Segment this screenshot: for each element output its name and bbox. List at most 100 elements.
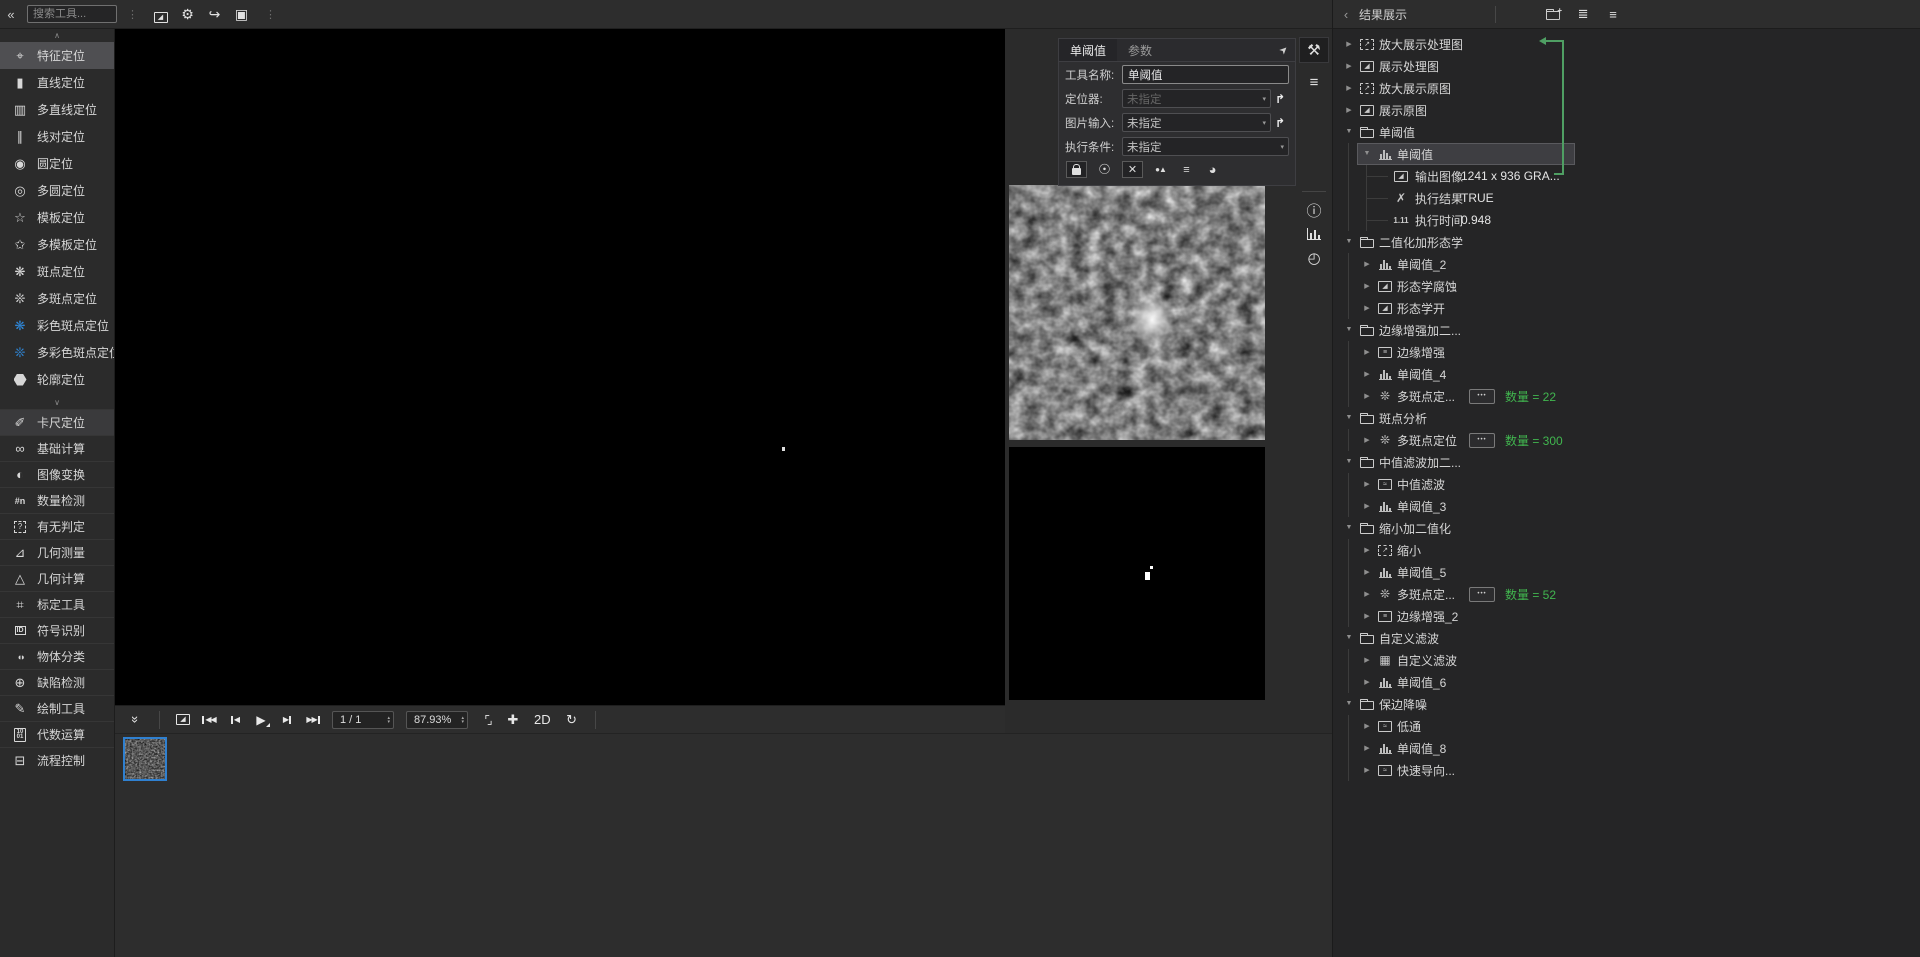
sidebar-item-blob[interactable]: ❋斑点定位 bbox=[0, 258, 114, 285]
tree-row[interactable]: ▶≡边缘增强_2 bbox=[1333, 605, 1920, 627]
prev-frame-button[interactable]: ◀ bbox=[222, 716, 248, 724]
sidebar-item-presence[interactable]: ?有无判定 bbox=[0, 513, 114, 539]
more-options-button[interactable]: ••• bbox=[1469, 433, 1495, 448]
collapsed-arrow-icon[interactable]: ▶ bbox=[1361, 370, 1373, 378]
tree-row[interactable]: ▶◢形态学开 bbox=[1333, 297, 1920, 319]
view-mode-2d-button[interactable]: 2D bbox=[534, 712, 551, 727]
collapsed-arrow-icon[interactable]: ▶ bbox=[1361, 480, 1373, 488]
sidebar-item-caliper[interactable]: ✐卡尺定位 bbox=[0, 409, 114, 435]
collapsed-arrow-icon[interactable]: ▶ bbox=[1361, 348, 1373, 356]
sidebar-item-algebra[interactable]: 10 01代数运算 bbox=[0, 721, 114, 747]
refresh-loop-button[interactable]: ↻ bbox=[559, 712, 585, 728]
field-select[interactable]: 未指定▾ bbox=[1122, 113, 1271, 132]
tree-group-row[interactable]: ▼斑点分析 bbox=[1333, 407, 1920, 429]
sidebar-item-contour[interactable]: 轮廓定位 bbox=[0, 366, 114, 393]
tree-row[interactable]: ▶单阈值_6 bbox=[1333, 671, 1920, 693]
expand-button[interactable]: ✕ bbox=[1122, 161, 1143, 178]
tree-row[interactable]: ▶单阈值_3 bbox=[1333, 495, 1920, 517]
expanded-arrow-icon[interactable]: ▼ bbox=[1343, 700, 1355, 707]
sidebar-item-multicolorblob[interactable]: ❊多彩色斑点定位 bbox=[0, 339, 114, 366]
play-button[interactable]: ▶ bbox=[248, 714, 274, 726]
collapsed-arrow-icon[interactable]: ▶ bbox=[1361, 436, 1373, 444]
tree-row[interactable]: ▶↗缩小 bbox=[1333, 539, 1920, 561]
tree-group-row[interactable]: ▼缩小加二值化 bbox=[1333, 517, 1920, 539]
tab-参数[interactable]: 参数 bbox=[1117, 39, 1163, 61]
parameters-button[interactable]: ≡ bbox=[1299, 69, 1329, 95]
first-frame-button[interactable]: ◀◀ bbox=[196, 716, 222, 724]
collapsed-arrow-icon[interactable]: ▶ bbox=[1361, 678, 1373, 686]
search-input[interactable] bbox=[27, 5, 117, 23]
tool-config-button[interactable]: ⚒ bbox=[1299, 37, 1329, 63]
sidebar-item-geometry[interactable]: ⊿几何测量 bbox=[0, 539, 114, 565]
info-button[interactable]: ⓘ bbox=[1299, 197, 1329, 223]
fit-view-button[interactable]: ⌜⌟ bbox=[474, 713, 500, 727]
collapsed-arrow-icon[interactable]: ▶ bbox=[1361, 656, 1373, 664]
collapsed-arrow-icon[interactable]: ▶ bbox=[1361, 568, 1373, 576]
frame-spinner[interactable]: ▴▾ bbox=[332, 711, 394, 729]
panel-menu-button[interactable]: ≡ bbox=[1598, 6, 1628, 22]
spinner-arrows[interactable]: ▴▾ bbox=[461, 716, 464, 724]
sidebar-item-multiblob[interactable]: ❊多斑点定位 bbox=[0, 285, 114, 312]
collapsed-arrow-icon[interactable]: ▶ bbox=[1343, 40, 1355, 48]
shapes-button[interactable]: ●▲ bbox=[1152, 161, 1169, 178]
sidebar-collapse-icon[interactable]: « bbox=[0, 7, 22, 22]
collapsed-arrow-icon[interactable]: ▶ bbox=[1361, 260, 1373, 268]
tree-row[interactable]: 1.11执行时间0.948 bbox=[1333, 209, 1920, 231]
more-options-button[interactable]: ••• bbox=[1469, 587, 1495, 602]
eye-button[interactable]: ☉ bbox=[1096, 161, 1113, 178]
expanded-arrow-icon[interactable]: ▼ bbox=[1361, 150, 1373, 157]
last-frame-button[interactable]: ▶▶ bbox=[300, 716, 326, 724]
image-source-button[interactable]: ◢ bbox=[147, 6, 174, 23]
panel-collapse-icon[interactable]: ‹ bbox=[1333, 7, 1359, 22]
collapsed-arrow-icon[interactable]: ▶ bbox=[1361, 546, 1373, 554]
tree-row[interactable]: ▶▦自定义滤波 bbox=[1333, 649, 1920, 671]
collapsed-arrow-icon[interactable]: ▶ bbox=[1361, 590, 1373, 598]
sidebar-item-multistar[interactable]: ✩多模板定位 bbox=[0, 231, 114, 258]
sidebar-item-star[interactable]: ☆模板定位 bbox=[0, 204, 114, 231]
link-source-button[interactable]: ↱ bbox=[1271, 116, 1289, 130]
sidebar-item-flow[interactable]: ⊟流程控制 bbox=[0, 747, 114, 773]
expanded-arrow-icon[interactable]: ▼ bbox=[1343, 128, 1355, 135]
sidebar-item-defect[interactable]: ⊕缺陷检测 bbox=[0, 669, 114, 695]
expanded-arrow-icon[interactable]: ▼ bbox=[1343, 326, 1355, 333]
tree-group-row[interactable]: ▼边缘增强加二... bbox=[1333, 319, 1920, 341]
snapshot-button[interactable]: ◢ bbox=[170, 714, 196, 725]
frame-thumbnail[interactable] bbox=[123, 737, 167, 781]
tree-group-row[interactable]: ▼自定义滤波 bbox=[1333, 627, 1920, 649]
zoom-value[interactable] bbox=[414, 714, 456, 726]
field-select[interactable]: 未指定▾ bbox=[1122, 137, 1289, 156]
sidebar-item-pin-tool[interactable]: ⌖特征定位 bbox=[0, 42, 114, 69]
link-source-button[interactable]: ↱ bbox=[1271, 92, 1289, 106]
tab-单阈值[interactable]: 单阈值 bbox=[1059, 39, 1117, 61]
tree-row[interactable]: ◢输出图像1241 x 936 GRA... bbox=[1333, 165, 1920, 187]
scroll-up-icon[interactable]: ∧ bbox=[0, 29, 114, 42]
sidebar-item-count[interactable]: #n数量检测 bbox=[0, 487, 114, 513]
collapsed-arrow-icon[interactable]: ▶ bbox=[1361, 612, 1373, 620]
expanded-arrow-icon[interactable]: ▼ bbox=[1343, 414, 1355, 421]
sidebar-item-classify[interactable]: ◖◗物体分类 bbox=[0, 643, 114, 669]
palette-button[interactable]: ◕ bbox=[1204, 161, 1221, 178]
center-view-button[interactable]: ✚ bbox=[500, 712, 526, 728]
collapsed-arrow-icon[interactable]: ▶ bbox=[1361, 766, 1373, 774]
sidebar-item-geocalc[interactable]: △几何计算 bbox=[0, 565, 114, 591]
tree-row[interactable]: ▶↗放大展示处理图 bbox=[1333, 33, 1920, 55]
collapsed-arrow-icon[interactable]: ▶ bbox=[1361, 502, 1373, 510]
tree-row[interactable]: ▶◢展示处理图 bbox=[1333, 55, 1920, 77]
sidebar-item-multiline[interactable]: ▥多直线定位 bbox=[0, 96, 114, 123]
zoom-spinner[interactable]: ▴▾ bbox=[406, 711, 468, 729]
save-button[interactable]: ▣ bbox=[228, 6, 255, 23]
tree-row[interactable]: ▶◢形态学腐蚀 bbox=[1333, 275, 1920, 297]
tree-row[interactable]: ▶❊多斑点定...•••数量 = 52 bbox=[1333, 583, 1920, 605]
tree-row[interactable]: ▶❊多斑点定位•••数量 = 300 bbox=[1333, 429, 1920, 451]
tree-row[interactable]: ▶❊多斑点定...•••数量 = 22 bbox=[1333, 385, 1920, 407]
expanded-arrow-icon[interactable]: ▼ bbox=[1343, 238, 1355, 245]
tree-row[interactable]: ▶单阈值_8 bbox=[1333, 737, 1920, 759]
frame-value[interactable] bbox=[340, 714, 382, 726]
sidebar-item-line[interactable]: ▮直线定位 bbox=[0, 69, 114, 96]
tree-group-row[interactable]: ▼二值化加形态学 bbox=[1333, 231, 1920, 253]
tree-row[interactable]: ▶单阈值_2 bbox=[1333, 253, 1920, 275]
tree-group-row[interactable]: ▼单阈值 bbox=[1333, 121, 1920, 143]
tree-row[interactable]: ▶单阈值_4 bbox=[1333, 363, 1920, 385]
collapsed-arrow-icon[interactable]: ▶ bbox=[1361, 392, 1373, 400]
sidebar-item-infinity[interactable]: ∞基础计算 bbox=[0, 435, 114, 461]
